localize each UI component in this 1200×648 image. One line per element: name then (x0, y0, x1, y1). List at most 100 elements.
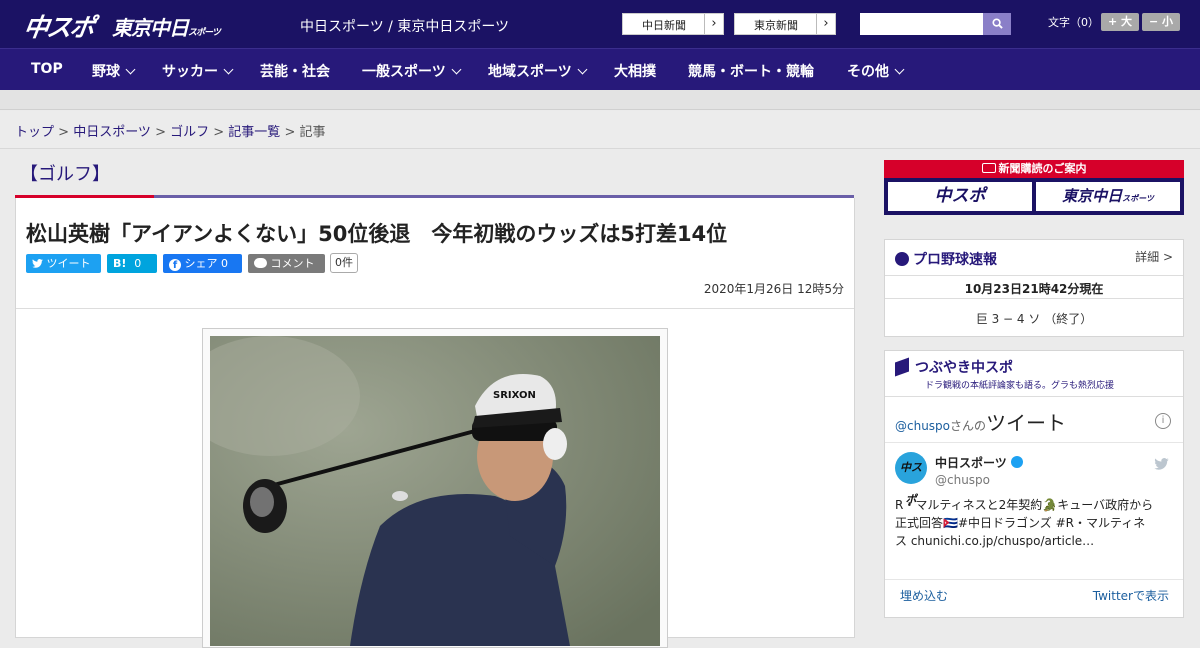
nav-label: その他 (847, 64, 889, 80)
breadcrumb-chuspo[interactable]: 中日スポーツ (73, 125, 151, 140)
search-icon (991, 18, 1003, 29)
article-photo-frame: SRIXON (202, 328, 668, 648)
nav-label: 野球 (92, 64, 120, 80)
megaphone-icon (895, 357, 909, 377)
baseball-detail-link[interactable]: 詳細 > (1135, 248, 1173, 265)
tweet-text[interactable]: R・マルティネスと2年契約🐊キューバ政府から正式回答🇨🇺#中日ドラゴンズ #R・… (895, 496, 1155, 550)
baseball-scores-box: プロ野球速報 詳細 > 10月23日21時42分現在 巨 3 − 4 ソ （終了… (884, 239, 1184, 337)
nav-label: TOP (31, 61, 63, 77)
newspaper-icon (981, 163, 996, 173)
font-smaller-button[interactable]: − 小 (1142, 13, 1180, 31)
tokyo-logo-text: 東京中日 (112, 16, 189, 40)
breadcrumb: トップ > 中日スポーツ > ゴルフ > 記事一覧 > 記事 (0, 111, 1200, 149)
nav-label: 競馬・ボート・競輪 (688, 64, 814, 80)
info-icon[interactable]: i (1155, 413, 1171, 429)
golfer-illustration: SRIXON (210, 336, 660, 646)
chevron-down-icon (577, 64, 588, 75)
baseball-title: プロ野球速報 (913, 252, 997, 268)
nav-item-top[interactable]: TOP (31, 61, 63, 77)
baseball-update-time: 10月23日21時42分現在 (964, 282, 1104, 296)
breadcrumb-current: 記事 (299, 125, 326, 140)
divider (16, 308, 854, 309)
chunichi-shimbun-link[interactable]: 中日新聞 › (622, 13, 724, 35)
nav-label: 地域スポーツ (488, 64, 572, 80)
paper-link-label: 中日新聞 (642, 19, 686, 32)
chuspo-logo[interactable]: 中スポ (21, 8, 95, 44)
facebook-icon: f (169, 259, 181, 271)
golfer-photo[interactable]: SRIXON (210, 336, 660, 646)
tweets-heading: ツイート (986, 411, 1067, 435)
comment-button[interactable]: コメント (248, 254, 325, 273)
chevron-down-icon (894, 64, 905, 75)
chevron-down-icon (125, 64, 136, 75)
nav-label: 大相撲 (614, 64, 656, 80)
account-name[interactable]: 中日スポーツ (935, 454, 1023, 471)
twitter-bird-icon[interactable] (1154, 455, 1169, 474)
sub-strip (0, 90, 1200, 110)
facebook-share-button[interactable]: f シェア 0 (163, 254, 242, 273)
article-card: 松山英樹「アイアンよくない」50位後退 今年初戦のウッズは5打差14位 ツイート… (15, 198, 855, 648)
chuspo-subscribe-link[interactable]: 中スポ (888, 182, 1032, 211)
account-handle: @chuspo (935, 473, 991, 487)
chevron-down-icon (223, 64, 234, 75)
view-on-twitter-link[interactable]: Twitterで表示 (1093, 587, 1169, 604)
tokyo-shimbun-link[interactable]: 東京新聞 › (734, 13, 836, 35)
site-name: 中日スポーツ / 東京中日スポーツ (300, 19, 510, 35)
nav-item-racing[interactable]: 競馬・ボート・競輪 (688, 61, 814, 81)
main-nav: TOP 野球 サッカー 芸能・社会 一般スポーツ 地域スポーツ 大相撲 競馬・ボ… (0, 48, 1200, 90)
twitter-handle-link[interactable]: @chuspo (895, 419, 950, 433)
search-button[interactable] (983, 13, 1011, 35)
paper-link-label: 東京新聞 (754, 19, 798, 32)
tokyo-logo-small: スポーツ (188, 28, 221, 38)
comment-count: 0件 (330, 253, 358, 273)
font-larger-button[interactable]: + 大 (1101, 13, 1139, 31)
nav-item-local-sports[interactable]: 地域スポーツ (488, 61, 588, 81)
subscription-ad-label: 新聞購読のご案内 (998, 162, 1087, 175)
search-input[interactable] (860, 13, 983, 35)
breadcrumb-top[interactable]: トップ (15, 125, 54, 140)
nav-label: 一般スポーツ (362, 64, 446, 80)
nav-item-others[interactable]: その他 (847, 61, 905, 81)
tsubuyaki-subtitle: ドラ観戦の本紙評論家も語る。グラも熱烈応援 (925, 381, 1115, 391)
subscription-ad-title: 新聞購読のご案内 (884, 160, 1184, 178)
hatena-count: 0 (134, 257, 142, 270)
twitter-widget-box: つぶやき中スポ ドラ観戦の本紙評論家も語る。グラも熱烈応援 @chuspoさんの… (884, 350, 1184, 618)
game-score[interactable]: 巨 3 − 4 ソ （終了） (885, 310, 1183, 327)
site-header: 中スポ 東京中日スポーツ 中日スポーツ / 東京中日スポーツ 中日新聞 › 東京新… (0, 0, 1200, 48)
nav-item-entertainment[interactable]: 芸能・社会 (260, 61, 330, 81)
verified-badge-icon (1010, 456, 1023, 468)
hatena-icon: B! (113, 257, 127, 270)
chevron-right-icon: › (704, 14, 723, 34)
nav-label: 芸能・社会 (260, 64, 330, 80)
comment-label: コメント (270, 257, 315, 270)
tokyo-chunichi-subscribe-link[interactable]: 東京中日スポーツ (1036, 182, 1180, 211)
nav-item-soccer[interactable]: サッカー (162, 61, 234, 81)
published-date: 2020年1月26日 12時5分 (703, 282, 844, 296)
breadcrumb-list[interactable]: 記事一覧 (228, 125, 280, 140)
nav-label: サッカー (162, 64, 218, 80)
nav-item-sumo[interactable]: 大相撲 (614, 61, 656, 81)
nav-item-general-sports[interactable]: 一般スポーツ (362, 61, 462, 81)
nav-item-baseball[interactable]: 野球 (92, 61, 136, 81)
chevron-down-icon (451, 64, 462, 75)
comment-bubble-icon (254, 258, 267, 268)
font-size-label: 文字（0） (1048, 16, 1099, 29)
account-avatar[interactable]: 中スポ (895, 452, 927, 506)
cap-logo-text: SRIXON (493, 390, 536, 401)
baseball-icon (895, 252, 909, 266)
account-name-text: 中日スポーツ (935, 456, 1007, 470)
tweet-label: ツイート (46, 257, 91, 270)
tokyo-chunichi-logo[interactable]: 東京中日スポーツ (112, 12, 221, 41)
tokyo-subscribe-small: スポーツ (1122, 194, 1154, 203)
tsubuyaki-title: つぶやき中スポ (915, 360, 1013, 376)
facebook-share-label: シェア (184, 257, 218, 270)
article-title: 松山英樹「アイアンよくない」50位後退 今年初戦のウッズは5打差14位 (26, 222, 728, 246)
breadcrumb-golf[interactable]: ゴルフ (170, 125, 209, 140)
handle-suffix: さんの (950, 419, 987, 433)
hatena-bookmark-button[interactable]: B! 0 (107, 254, 157, 273)
chevron-right-icon: › (816, 14, 835, 34)
facebook-count: 0 (221, 257, 228, 270)
tweet-button[interactable]: ツイート (26, 254, 101, 273)
embed-link[interactable]: 埋め込む (900, 587, 948, 604)
twitter-bird-icon (32, 259, 43, 268)
